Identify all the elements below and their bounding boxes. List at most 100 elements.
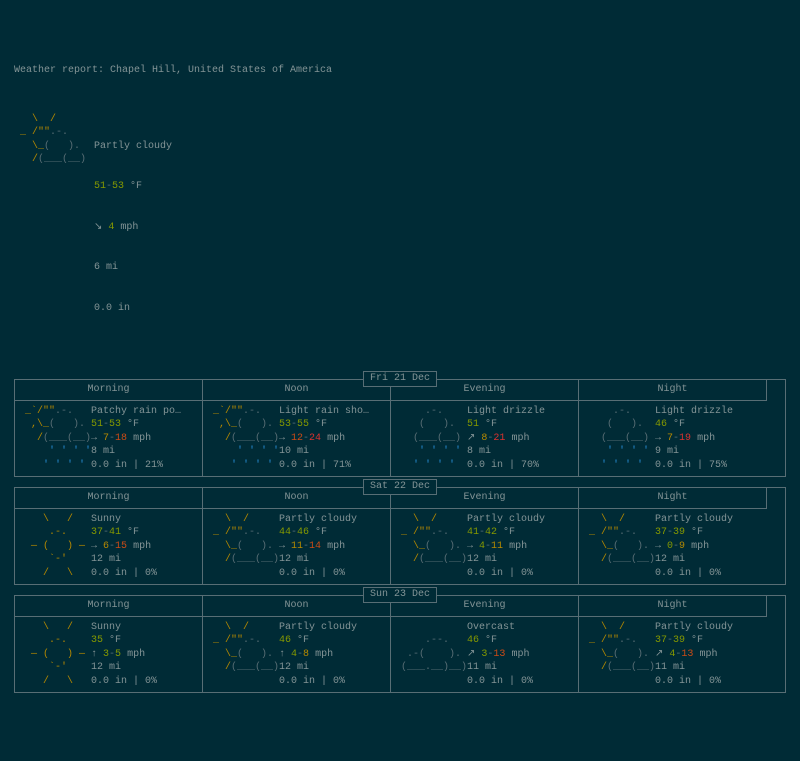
forecast-precipitation: 0.0 in | 70%: [467, 459, 574, 473]
forecast-ascii-art: \ / .-. ― ( ) ― `-' / \: [19, 621, 91, 689]
forecast-visibility: 11 mi: [467, 661, 574, 675]
forecast-cell: \ / .-. ― ( ) ― `-' / \Sunny37-41 °F→ 6-…: [15, 509, 203, 585]
forecast-condition: Overcast: [467, 621, 574, 635]
forecast-cell: _`/"".-. ,\_( ). /(___(__) ' ' ' ' ' ' '…: [15, 401, 203, 477]
forecast-temperature: 44-46 °F: [279, 526, 386, 540]
forecast-temperature: 37-39 °F: [655, 634, 763, 648]
current-wind: ↘ 4 mph: [94, 221, 172, 235]
forecast-temperature: 37-39 °F: [655, 526, 763, 540]
day-label: Sat 22 Dec: [363, 479, 437, 495]
forecast-visibility: 9 mi: [655, 445, 763, 459]
forecast-day: Sun 23 DecMorningNoonEveningNight \ / .-…: [14, 595, 786, 693]
forecast-precipitation: 0.0 in | 71%: [279, 459, 386, 473]
forecast-cell: .--. .-( ). (___.__)__) Overcast46 °F↗ 3…: [391, 617, 579, 693]
forecast-cell: \ / .-. ― ( ) ― `-' / \Sunny35 °F↑ 3-5 m…: [15, 617, 203, 693]
forecast-wind: → 4-11 mph: [467, 540, 574, 554]
forecast-wind: → 7-18 mph: [91, 432, 198, 446]
forecast-condition: Light drizzle: [467, 405, 574, 419]
forecast-temperature: 53-55 °F: [279, 418, 386, 432]
forecast-visibility: 12 mi: [655, 553, 763, 567]
period-header: Night: [579, 380, 767, 401]
forecast-condition: Sunny: [91, 513, 198, 527]
forecast-visibility: 12 mi: [467, 553, 574, 567]
forecast-visibility: 12 mi: [91, 661, 198, 675]
forecast-precipitation: 0.0 in | 21%: [91, 459, 198, 473]
forecast-temperature: 51 °F: [467, 418, 574, 432]
forecast-precipitation: 0.0 in | 0%: [279, 675, 386, 689]
forecast-ascii-art: .-. ( ). (___(__) ' ' ' ' ' ' ' ': [395, 405, 467, 473]
forecast-visibility: 8 mi: [467, 445, 574, 459]
current-visibility: 6 mi: [94, 261, 172, 275]
forecast-precipitation: 0.0 in | 0%: [91, 567, 198, 581]
forecast-condition: Patchy rain po…: [91, 405, 198, 419]
forecast-wind: → 6-15 mph: [91, 540, 198, 554]
forecast-condition: Sunny: [91, 621, 198, 635]
forecast-ascii-art: \ / _ /"".-. \_( ). /(___(__): [583, 621, 655, 689]
day-label: Fri 21 Dec: [363, 371, 437, 387]
forecast-wind: ↑ 4-8 mph: [279, 648, 386, 662]
forecast-condition: Light drizzle: [655, 405, 763, 419]
forecast-cell: \ / _ /"".-. \_( ). /(___(__) Partly clo…: [579, 509, 767, 585]
forecast-precipitation: 0.0 in | 0%: [467, 567, 574, 581]
period-header: Morning: [15, 380, 203, 401]
forecast-visibility: 12 mi: [279, 661, 386, 675]
forecast-wind: ↗ 8-21 mph: [467, 432, 574, 446]
forecast-temperature: 51-53 °F: [91, 418, 198, 432]
forecast-wind: → 12-24 mph: [279, 432, 386, 446]
forecast-cell: \ / _ /"".-. \_( ). /(___(__) Partly clo…: [391, 509, 579, 585]
forecast-ascii-art: \ / _ /"".-. \_( ). /(___(__): [395, 513, 467, 581]
forecast-condition: Light rain sho…: [279, 405, 386, 419]
forecast-temperature: 46 °F: [655, 418, 763, 432]
forecast-precipitation: 0.0 in | 75%: [655, 459, 763, 473]
forecast-precipitation: 0.0 in | 0%: [655, 675, 763, 689]
forecast-temperature: 46 °F: [467, 634, 574, 648]
forecast-wind: ↗ 3-13 mph: [467, 648, 574, 662]
report-title: Weather report: Chapel Hill, United Stat…: [14, 64, 786, 78]
forecast-visibility: 10 mi: [279, 445, 386, 459]
forecast-condition: Partly cloudy: [467, 513, 574, 527]
forecast-cell: \ / _ /"".-. \_( ). /(___(__) Partly clo…: [203, 617, 391, 693]
forecast-visibility: 12 mi: [91, 553, 198, 567]
current-conditions: \ / _ /"".-. \_( ). /(___(__) Partly clo…: [14, 113, 786, 343]
period-header: Morning: [15, 488, 203, 509]
forecast-ascii-art: .-. ( ). (___(__) ' ' ' ' ' ' ' ': [583, 405, 655, 473]
forecast-wind: → 0-9 mph: [655, 540, 763, 554]
forecast-visibility: 11 mi: [655, 661, 763, 675]
forecast-ascii-art: _`/"".-. ,\_( ). /(___(__) ' ' ' ' ' ' '…: [207, 405, 279, 473]
current-condition: Partly cloudy: [94, 140, 172, 154]
forecast-wind: ↑ 3-5 mph: [91, 648, 198, 662]
forecast-precipitation: 0.0 in | 0%: [467, 675, 574, 689]
forecast-condition: Partly cloudy: [279, 621, 386, 635]
forecast-ascii-art: \ / _ /"".-. \_( ). /(___(__): [583, 513, 655, 581]
forecast-ascii-art: \ / _ /"".-. \_( ). /(___(__): [207, 513, 279, 581]
forecast-cell: \ / _ /"".-. \_( ). /(___(__) Partly clo…: [203, 509, 391, 585]
day-label: Sun 23 Dec: [363, 587, 437, 603]
forecast-temperature: 37-41 °F: [91, 526, 198, 540]
forecast-temperature: 41-42 °F: [467, 526, 574, 540]
forecast-day: Sat 22 DecMorningNoonEveningNight \ / .-…: [14, 487, 786, 585]
forecast-visibility: 8 mi: [91, 445, 198, 459]
forecast-precipitation: 0.0 in | 0%: [91, 675, 198, 689]
forecast-day: Fri 21 DecMorningNoonEveningNight _`/"".…: [14, 379, 786, 477]
forecast-visibility: 12 mi: [279, 553, 386, 567]
forecast-cell: \ / _ /"".-. \_( ). /(___(__) Partly clo…: [579, 617, 767, 693]
forecast-ascii-art: .--. .-( ). (___.__)__): [395, 621, 467, 689]
forecast-cell: .-. ( ). (___(__) ' ' ' ' ' ' ' 'Light d…: [579, 401, 767, 477]
forecast-condition: Partly cloudy: [279, 513, 386, 527]
forecast-ascii-art: \ / .-. ― ( ) ― `-' / \: [19, 513, 91, 581]
forecast-temperature: 46 °F: [279, 634, 386, 648]
forecast-temperature: 35 °F: [91, 634, 198, 648]
forecast-wind: ↗ 4-13 mph: [655, 648, 763, 662]
period-header: Night: [579, 596, 767, 617]
forecast-ascii-art: _`/"".-. ,\_( ). /(___(__) ' ' ' ' ' ' '…: [19, 405, 91, 473]
period-header: Morning: [15, 596, 203, 617]
forecast-cell: _`/"".-. ,\_( ). /(___(__) ' ' ' ' ' ' '…: [203, 401, 391, 477]
forecast-cell: .-. ( ). (___(__) ' ' ' ' ' ' ' 'Light d…: [391, 401, 579, 477]
forecast-wind: → 11-14 mph: [279, 540, 386, 554]
forecast-condition: Partly cloudy: [655, 621, 763, 635]
current-temperature: 51-53 °F: [94, 180, 172, 194]
current-ascii-art: \ / _ /"".-. \_( ). /(___(__): [14, 113, 94, 343]
forecast-condition: Partly cloudy: [655, 513, 763, 527]
period-header: Night: [579, 488, 767, 509]
forecast-precipitation: 0.0 in | 0%: [279, 567, 386, 581]
